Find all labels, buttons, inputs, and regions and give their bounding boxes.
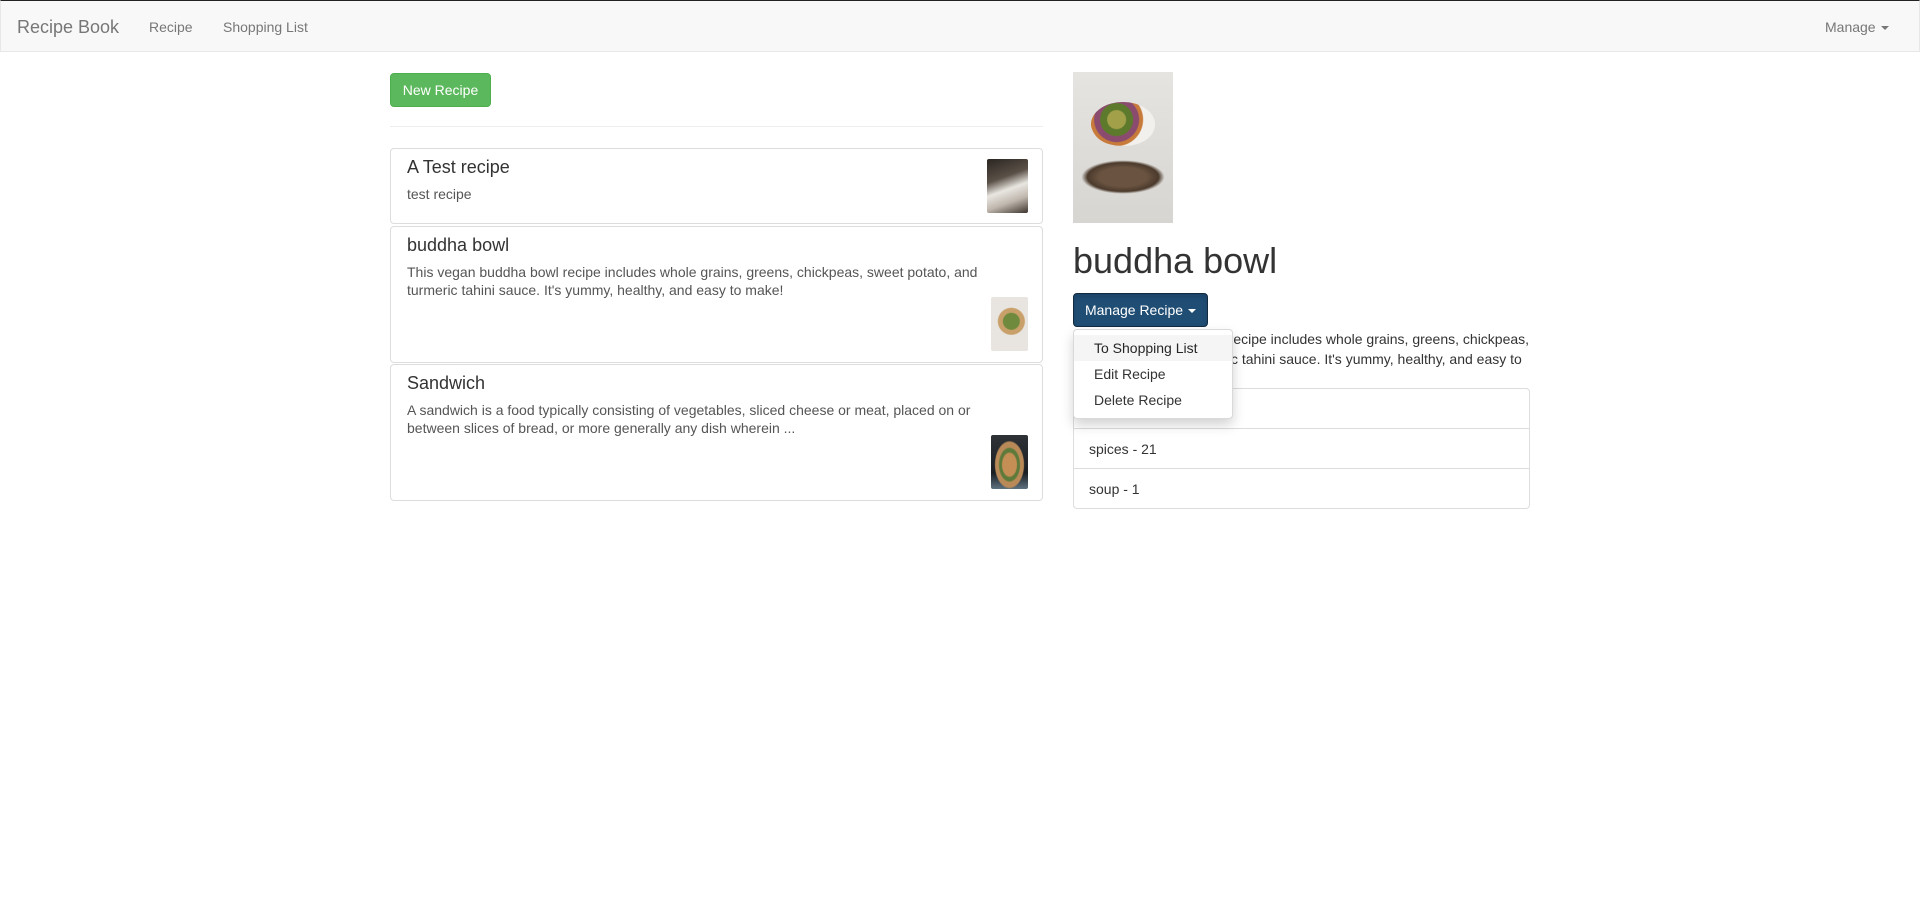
- divider: [390, 126, 1043, 127]
- to-shopping-list-item[interactable]: To Shopping List: [1074, 335, 1232, 361]
- recipe-description: A sandwich is a food typically consistin…: [407, 402, 971, 436]
- navbar: Recipe Book Recipe Shopping List Manage: [0, 0, 1920, 52]
- manage-recipe-button[interactable]: Manage Recipe: [1073, 293, 1208, 327]
- recipe-description: test recipe: [407, 186, 472, 202]
- ingredient-item: soup - 1: [1073, 468, 1530, 509]
- recipe-name: buddha bowl: [407, 235, 510, 255]
- recipe-thumbnail: [991, 435, 1028, 489]
- recipe-list-item[interactable]: Sandwich A sandwich is a food typically …: [390, 364, 1043, 501]
- brand-link[interactable]: Recipe Book: [17, 17, 119, 38]
- edit-recipe-item[interactable]: Edit Recipe: [1074, 361, 1232, 387]
- recipe-list-item[interactable]: A Test recipe test recipe: [390, 148, 1043, 224]
- manage-label: Manage: [1825, 19, 1876, 35]
- recipe-thumbnail: [991, 297, 1028, 351]
- new-recipe-button[interactable]: New Recipe: [390, 73, 491, 107]
- ingredient-item: spices - 21: [1073, 428, 1530, 469]
- manage-recipe-label: Manage Recipe: [1084, 302, 1184, 318]
- recipe-description: This vegan buddha bowl recipe includes w…: [407, 264, 978, 298]
- recipe-thumbnail: [987, 159, 1028, 213]
- recipe-name: Sandwich: [407, 373, 486, 393]
- image-board: [1081, 160, 1165, 194]
- manage-dropdown-toggle[interactable]: Manage: [1825, 19, 1889, 35]
- caret-down-icon: [1880, 26, 1889, 30]
- caret-down-icon: [1188, 309, 1197, 313]
- image-bowl: [1091, 102, 1155, 146]
- recipe-detail-title: buddha bowl: [1073, 240, 1278, 281]
- recipe-detail-image: [1073, 72, 1173, 223]
- recipe-name: A Test recipe: [407, 157, 510, 177]
- recipe-list-item[interactable]: buddha bowl This vegan buddha bowl recip…: [390, 226, 1043, 363]
- nav-shopping-list-link[interactable]: Shopping List: [223, 19, 308, 35]
- delete-recipe-item[interactable]: Delete Recipe: [1074, 387, 1232, 413]
- manage-recipe-dropdown-menu: To Shopping List Edit Recipe Delete Reci…: [1073, 329, 1233, 419]
- nav-recipe-link[interactable]: Recipe: [149, 19, 193, 35]
